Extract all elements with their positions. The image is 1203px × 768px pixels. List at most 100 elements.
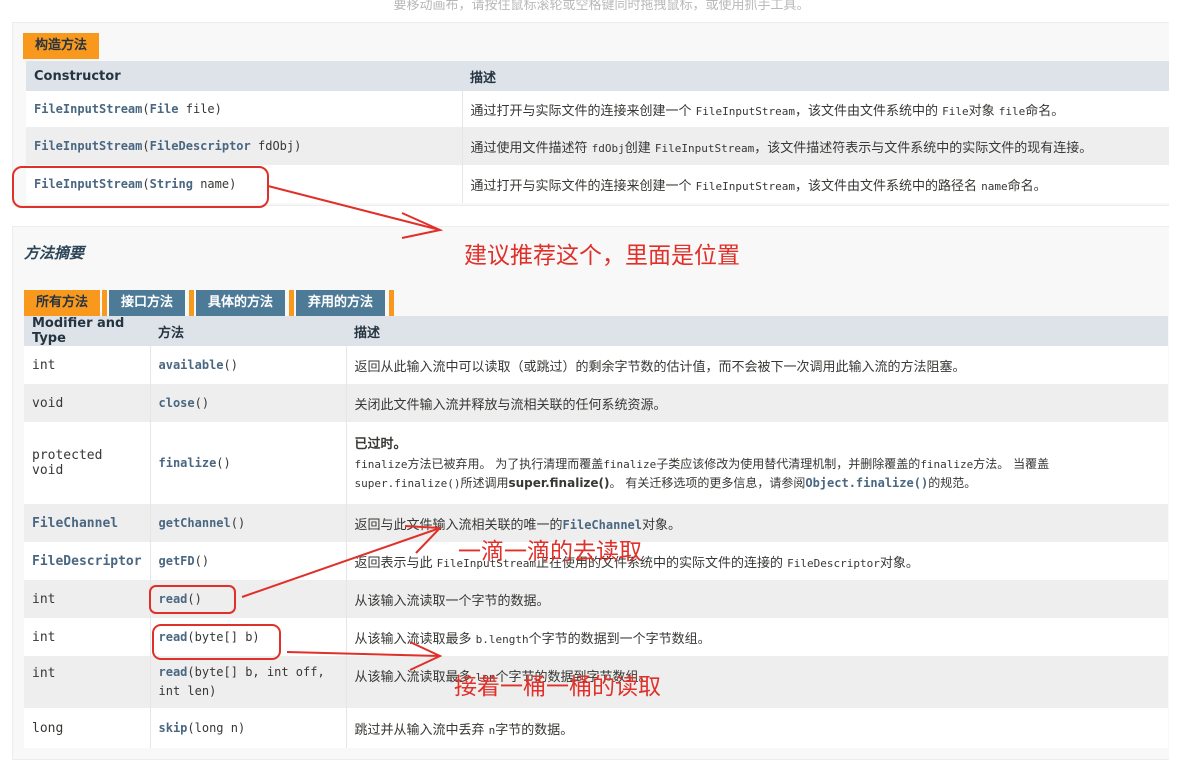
- table-row: int available() 返回从此输入流中可以读取（或跳过）的剩余字节数的…: [24, 346, 1168, 384]
- desc-text: 创建: [624, 140, 655, 156]
- tab-separator: [102, 290, 107, 316]
- method-description: 从该输入流读取一个字节的数据。: [346, 580, 1168, 618]
- desc-code: file: [998, 104, 1026, 118]
- constructor-link[interactable]: FileInputStream: [34, 102, 142, 116]
- tab-all-methods[interactable]: 所有方法: [24, 290, 101, 316]
- desc-code: name: [981, 179, 1008, 193]
- modifier-type: int: [24, 618, 151, 656]
- constructor-link[interactable]: FileInputStream: [34, 139, 142, 153]
- constructor-description: 通过打开与实际文件的连接来创建一个 FileInputStream，该文件由文件…: [462, 165, 1169, 203]
- desc-text: 返回表示与此: [354, 555, 437, 571]
- constructor-link[interactable]: FileInputStream: [34, 177, 142, 191]
- method-link[interactable]: getChannel: [159, 516, 231, 530]
- method-params: (): [194, 553, 210, 568]
- desc-code: finalize: [920, 458, 974, 471]
- annotation-drip-read: 一滴一滴的去读取: [458, 539, 642, 565]
- constructor-signature: FileInputStream(FileDescriptor fdObj): [26, 127, 463, 165]
- method-params: (): [223, 357, 238, 372]
- object-finalize-link[interactable]: Object.finalize(): [805, 476, 928, 490]
- desc-code: FileDescriptor: [787, 556, 880, 570]
- desc-text: 个字节的数据到一个字节数组。: [528, 631, 711, 647]
- desc-text: 方法已被弃用。 为了执行清理而覆盖: [407, 457, 604, 471]
- method-link[interactable]: getFD: [159, 554, 195, 568]
- desc-text: 从该输入流读取最多: [354, 631, 476, 647]
- method-params: int len): [158, 684, 217, 698]
- method-link[interactable]: read: [159, 665, 188, 679]
- desc-text: 所述调用: [460, 476, 509, 490]
- method-summary-title: 方法摘要: [24, 244, 85, 262]
- desc-text: 跳过并从输入流中丢弃: [354, 722, 489, 738]
- method-link[interactable]: available: [159, 358, 224, 372]
- param: fdObj): [250, 138, 302, 153]
- deprecated-label: 已过时。: [354, 437, 407, 452]
- canvas-hint: 要移动画布，请按住鼠标滚轮或空格键同时拖拽鼠标，或使用抓手工具。: [393, 0, 810, 13]
- method-params: (byte[] b, int off,: [187, 665, 325, 679]
- constructor-table: Constructor 描述 FileInputStream(File file…: [26, 61, 1169, 203]
- method-signature: skip(long n): [150, 708, 347, 748]
- desc-text: 字节的数据。: [495, 722, 574, 738]
- paren: (: [142, 138, 150, 153]
- tab-interface-methods[interactable]: 接口方法: [109, 290, 186, 316]
- param: file): [178, 101, 222, 116]
- table-row: void close() 关闭此文件输入流并释放与流相关联的任何系统资源。: [24, 384, 1168, 422]
- method-params: (long n): [187, 720, 246, 735]
- method-signature: finalize(): [150, 422, 347, 504]
- constructor-description: 通过打开与实际文件的连接来创建一个 FileInputStream，该文件由文件…: [462, 91, 1169, 127]
- tab-deprecated-methods[interactable]: 弃用的方法: [296, 290, 386, 316]
- modifier-type-link[interactable]: FileDescriptor: [24, 542, 151, 580]
- method-params: (): [230, 515, 246, 530]
- method-signature: close(): [150, 384, 347, 422]
- desc-text: 对象。: [879, 555, 919, 571]
- constructor-description: 通过使用文件描述符 fdObj创建 FileInputStream，该文件描述符…: [462, 127, 1169, 165]
- desc-text: 子类应该修改为使用替代清理机制，并删除覆盖的: [656, 457, 921, 471]
- param: name): [192, 176, 237, 191]
- paren: (: [142, 176, 150, 191]
- column-header-constructor: Constructor: [26, 61, 462, 91]
- method-description: 跳过并从输入流中丢弃 n字节的数据。: [346, 708, 1168, 748]
- modifier-type: int: [24, 580, 151, 618]
- method-signature: read(): [150, 580, 347, 618]
- desc-code: FileInputStream: [695, 179, 795, 193]
- paren: (: [142, 101, 150, 116]
- method-link[interactable]: read: [159, 592, 188, 606]
- desc-text: 通过打开与实际文件的连接来创建一个: [470, 178, 696, 194]
- method-signature: available(): [150, 346, 347, 384]
- tab-concrete-methods[interactable]: 具体的方法: [196, 290, 286, 316]
- constructor-signature: FileInputStream(String name): [26, 165, 463, 203]
- method-link[interactable]: finalize: [159, 456, 217, 470]
- method-signature: read(byte[] b): [150, 618, 347, 656]
- type-link[interactable]: String: [150, 177, 193, 191]
- desc-code: finalize: [603, 458, 657, 471]
- tab-separator: [189, 290, 194, 316]
- table-row: int read(byte[] b) 从该输入流读取最多 b.length个字节…: [24, 618, 1168, 656]
- desc-text: ，该文件由文件系统中的路径名: [794, 178, 982, 194]
- table-row: FileInputStream(FileDescriptor fdObj) 通过…: [26, 127, 1169, 165]
- desc-text: 方法。 当覆盖: [973, 457, 1050, 471]
- constructor-summary: 构造方法 Constructor 描述 FileInputStream(File…: [12, 22, 1169, 206]
- modifier-type: int: [24, 346, 151, 384]
- modifier-type-link[interactable]: FileChannel: [24, 504, 151, 542]
- desc-text: 命名。: [1025, 103, 1065, 119]
- type-link[interactable]: File: [150, 102, 179, 116]
- table-row: long skip(long n) 跳过并从输入流中丢弃 n字节的数据。: [24, 708, 1168, 748]
- table-row: FileInputStream(String name) 通过打开与实际文件的连…: [26, 165, 1169, 203]
- desc-code[interactable]: File: [942, 105, 969, 118]
- method-link[interactable]: close: [159, 396, 195, 410]
- method-description: 关闭此文件输入流并释放与流相关联的任何系统资源。: [346, 384, 1168, 422]
- desc-text: 的规范。: [928, 476, 977, 490]
- method-link[interactable]: skip: [159, 721, 188, 735]
- desc-text: ，该文件由文件系统中的: [794, 103, 943, 119]
- modifier-type: protected void: [24, 422, 151, 504]
- annotation-bucket-read: 接着一桶一桶的读取: [454, 674, 661, 700]
- desc-code: FileInputStream: [654, 141, 755, 155]
- desc-text: 对象: [968, 103, 999, 119]
- desc-code: finalize: [354, 458, 408, 471]
- method-link[interactable]: read: [159, 630, 188, 644]
- method-params: (): [194, 395, 210, 410]
- method-params: (): [216, 455, 231, 470]
- type-link[interactable]: FileDescriptor: [150, 139, 251, 153]
- column-header-description: 描述: [346, 316, 1168, 346]
- desc-code-link[interactable]: FileChannel: [563, 518, 642, 532]
- method-params: (byte[] b): [187, 629, 260, 644]
- desc-text: 通过打开与实际文件的连接来创建一个: [470, 103, 696, 119]
